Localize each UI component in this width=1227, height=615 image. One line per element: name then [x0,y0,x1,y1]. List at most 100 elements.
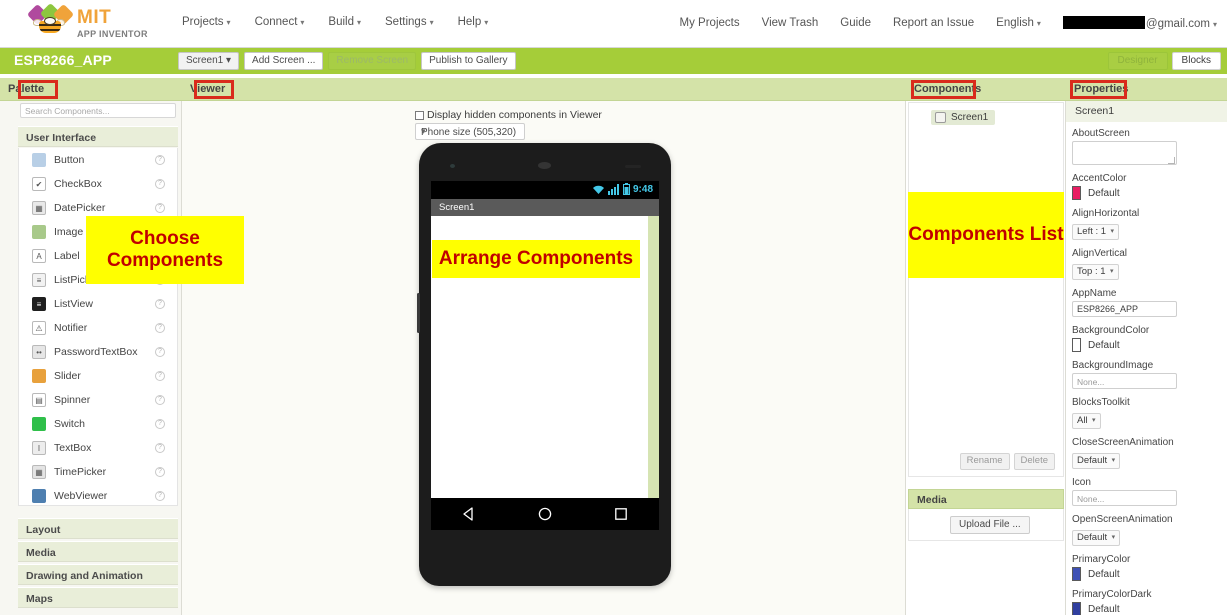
menu-help[interactable]: Help ▾ [458,16,489,28]
display-hidden-components-checkbox[interactable]: Display hidden components in Viewer [415,109,602,121]
palette-item-button[interactable]: Button? [19,148,177,172]
components-header: Components [906,78,1066,101]
upload-file-button[interactable]: Upload File ... [950,516,1030,534]
property-row-backgroundimage: BackgroundImage None... [1072,360,1222,389]
menu-settings[interactable]: Settings ▾ [385,16,434,28]
language-selector[interactable]: English ▾ [996,17,1041,29]
screen-selector-button[interactable]: Screen1 ▾ [178,52,240,70]
palette-item-label: Spinner [54,394,91,406]
palette-item-passwordtextbox[interactable]: •• PasswordTextBox? [19,340,177,364]
chevron-down-icon: ▾ [1036,19,1041,28]
canvas-scrollbar[interactable] [648,216,659,498]
checkbox-icon[interactable] [415,110,424,120]
resize-handle-icon[interactable] [1168,157,1175,164]
palette-item-checkbox[interactable]: ✔ CheckBox? [19,172,177,196]
property-input-backgroundimage[interactable]: None... [1072,373,1177,389]
section-label: Drawing and Animation [26,570,143,582]
listpicker-icon: ≡ [32,273,46,287]
property-select-closescreenanimation[interactable]: Default ▾ [1072,453,1121,469]
palette-section-maps[interactable]: Maps [18,587,178,608]
chevron-down-icon: ▾ [1110,268,1114,275]
display-hidden-components-label: Display hidden components in Viewer [427,109,602,121]
property-select-alignhorizontal[interactable]: Left : 1 ▾ [1072,224,1120,240]
palette-item-label: Switch [54,418,85,430]
palette-item-slider[interactable]: Slider? [19,364,177,388]
palette-item-webviewer[interactable]: WebViewer? [19,484,177,508]
link-my-projects[interactable]: My Projects [680,17,740,29]
section-label: User Interface [26,132,97,144]
tab-designer[interactable]: Designer [1107,52,1168,70]
menu-build[interactable]: Build ▾ [328,16,361,28]
help-icon[interactable]: ? [155,323,165,333]
help-icon[interactable]: ? [155,395,165,405]
media-panel-header: Media [908,489,1064,509]
palette-item-textbox[interactable]: I TextBox? [19,436,177,460]
palette-item-listview[interactable]: ≡ ListView? [19,292,177,316]
property-label: Icon [1072,477,1091,488]
publish-to-gallery-button[interactable]: Publish to Gallery [421,52,516,70]
property-color-accentcolor[interactable]: Default [1072,186,1222,200]
menu-connect[interactable]: Connect ▾ [255,16,305,28]
property-input-icon[interactable]: None... [1072,490,1177,506]
section-label: Maps [26,593,53,605]
help-icon[interactable]: ? [155,155,165,165]
property-select-blockstoolkit[interactable]: All ▾ [1072,413,1101,429]
palette-item-label: CheckBox [54,178,102,190]
property-color-backgroundcolor[interactable]: Default [1072,338,1222,352]
palette-item-timepicker[interactable]: ▦ TimePicker? [19,460,177,484]
account-menu[interactable]: @gmail.com ▾ [1062,16,1217,30]
help-icon[interactable]: ? [155,203,165,213]
android-navigation-bar [431,498,659,530]
tree-item-screen1[interactable]: Screen1 [931,110,996,125]
palette-section-layout[interactable]: Layout [18,518,178,539]
delete-component-button[interactable]: Delete [1013,452,1055,470]
back-triangle-icon[interactable] [461,506,477,522]
search-components-input[interactable]: Search Components... [20,103,176,118]
palette-section-user-interface[interactable]: User Interface [18,126,178,147]
link-guide[interactable]: Guide [840,17,871,29]
help-icon[interactable]: ? [155,419,165,429]
recents-square-icon[interactable] [613,506,629,522]
palette-item-switch[interactable]: Switch? [19,412,177,436]
property-value: Default [1088,339,1120,351]
annotation-arrange-components: Arrange Components [432,240,640,278]
phone-size-select[interactable]: Phone size (505,320) ▾ [415,123,525,140]
add-screen-button[interactable]: Add Screen ... [244,52,324,70]
palette-item-notifier[interactable]: ⚠ Notifier? [19,316,177,340]
menu-projects[interactable]: Projects ▾ [182,16,231,28]
help-icon[interactable]: ? [155,467,165,477]
mit-app-inventor-logo[interactable]: MIT APP INVENTOR [26,2,148,40]
help-icon[interactable]: ? [155,443,165,453]
rename-component-button[interactable]: Rename [959,452,1010,470]
property-row-closescreenanimation: CloseScreenAnimation Default ▾ [1072,437,1222,469]
chevron-down-icon: ▾ [300,18,305,27]
home-circle-icon[interactable] [537,506,553,522]
properties-header-label: Properties [1074,83,1129,95]
help-icon[interactable]: ? [155,491,165,501]
property-select-alignvertical[interactable]: Top : 1 ▾ [1072,264,1119,280]
palette-item-spinner[interactable]: ▤ Spinner? [19,388,177,412]
property-input-aboutscreen[interactable] [1072,141,1177,165]
color-swatch-icon [1072,602,1081,615]
palette-item-label: WebViewer [54,490,108,502]
palette-section-drawing-animation[interactable]: Drawing and Animation [18,564,178,585]
help-icon[interactable]: ? [155,179,165,189]
property-row-openscreenanimation: OpenScreenAnimation Default ▾ [1072,514,1222,546]
property-color-primarycolordark[interactable]: Default [1072,602,1222,615]
media-panel-body: Upload File ... [908,509,1064,541]
property-input-appname[interactable]: ESP8266_APP [1072,301,1177,317]
help-icon[interactable]: ? [155,371,165,381]
property-placeholder: None... [1077,494,1105,504]
section-label: Media [26,547,56,559]
listview-icon: ≡ [32,297,46,311]
webviewer-icon [32,489,46,503]
tab-blocks[interactable]: Blocks [1171,52,1221,70]
property-select-openscreenanimation[interactable]: Default ▾ [1072,530,1121,546]
top-navigation-bar: MIT APP INVENTOR Projects ▾ Connect ▾ Buil… [0,0,1227,48]
help-icon[interactable]: ? [155,299,165,309]
link-view-trash[interactable]: View Trash [762,17,819,29]
property-color-primarycolor[interactable]: Default [1072,567,1222,581]
help-icon[interactable]: ? [155,347,165,357]
palette-section-media[interactable]: Media [18,541,178,562]
link-report-issue[interactable]: Report an Issue [893,17,974,29]
